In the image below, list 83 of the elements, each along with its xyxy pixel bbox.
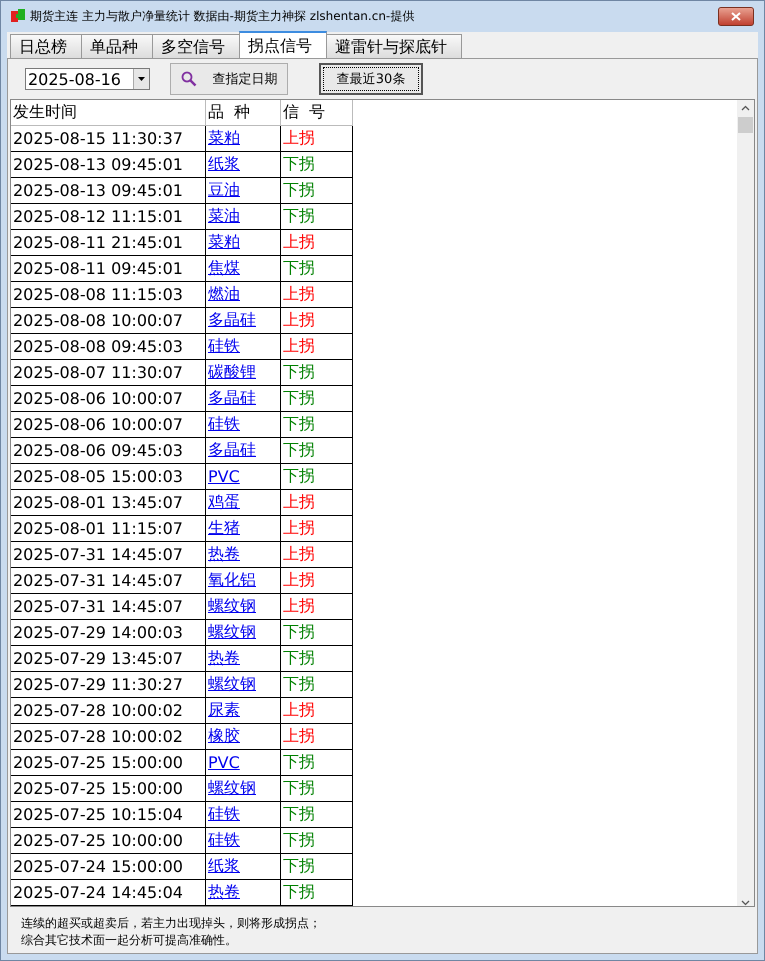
signal-cell: 下拐 [280,178,352,204]
time-cell: 2025-07-29 13:45:07 [11,646,206,672]
signal-cell: 下拐 [280,646,352,672]
scroll-down-icon[interactable] [741,900,750,906]
time-cell: 2025-07-24 15:00:00 [11,854,206,880]
signal-cell: 上拐 [280,594,352,620]
close-icon [731,12,741,20]
column-header[interactable]: 发生时间 [11,100,206,126]
time-cell: 2025-07-31 14:45:07 [11,594,206,620]
time-cell: 2025-07-25 10:00:00 [11,828,206,854]
time-cell: 2025-08-01 13:45:07 [11,490,206,516]
time-cell: 2025-07-28 10:00:02 [11,698,206,724]
signal-cell: 下拐 [280,152,352,178]
signal-cell: 下拐 [280,256,352,282]
signal-cell: 上拐 [280,282,352,308]
tab[interactable]: 拐点信号 [239,31,327,58]
signal-cell: 上拐 [280,542,352,568]
time-cell: 2025-08-07 11:30:07 [11,360,206,386]
signal-cell: 下拐 [280,776,352,802]
signal-cell: 上拐 [280,516,352,542]
time-cell: 2025-08-06 10:00:07 [11,386,206,412]
time-cell: 2025-08-08 09:45:03 [11,334,206,360]
signal-cell: 下拐 [280,854,352,880]
tab[interactable]: 多空信号 [152,34,240,58]
signal-cell: 下拐 [280,828,352,854]
time-cell: 2025-08-08 10:00:07 [11,308,206,334]
signal-cell: 上拐 [280,568,352,594]
time-cell: 2025-08-15 11:30:37 [11,126,206,152]
tab[interactable]: 日总榜 [10,34,82,58]
time-cell: 2025-07-24 14:45:04 [11,880,206,906]
column-header[interactable]: 品 种 [206,100,280,126]
query-date-button[interactable]: 查指定日期 [170,63,288,95]
date-dropdown[interactable]: 2025-08-16 [25,68,150,90]
column-header[interactable]: 信 号 [280,100,352,126]
signal-cell: 上拐 [280,126,352,152]
time-cell: 2025-08-06 10:00:07 [11,412,206,438]
signal-cell: 下拐 [280,438,352,464]
time-cell: 2025-08-05 15:00:03 [11,464,206,490]
tab[interactable]: 避雷针与探底针 [326,34,462,58]
time-cell: 2025-08-13 09:45:01 [11,178,206,204]
signal-cell: 上拐 [280,698,352,724]
signal-cell: 上拐 [280,230,352,256]
time-cell: 2025-08-06 09:45:03 [11,438,206,464]
signal-cell: 下拐 [280,386,352,412]
time-cell: 2025-07-25 15:00:00 [11,750,206,776]
signal-cell: 下拐 [280,880,352,906]
signal-cell: 下拐 [280,412,352,438]
time-cell: 2025-07-25 10:15:04 [11,802,206,828]
signal-cell: 下拐 [280,802,352,828]
time-cell: 2025-08-13 09:45:01 [11,152,206,178]
signal-cell: 上拐 [280,490,352,516]
recent-button[interactable]: 查最近30条 [319,63,423,95]
scroll-thumb[interactable] [738,117,753,133]
window-title: 期货主连 主力与散户净量统计 数据由-期货主力神探 zlshentan.cn-提供 [30,8,414,24]
time-cell: 2025-07-25 15:00:00 [11,776,206,802]
signal-cell: 下拐 [280,750,352,776]
signal-cell: 上拐 [280,334,352,360]
hint-text: 综合其它技术面一起分析可提高准确性。 [21,932,238,949]
signal-cell: 下拐 [280,464,352,490]
time-cell: 2025-08-12 11:15:01 [11,204,206,230]
signal-cell: 上拐 [280,308,352,334]
scrollbar[interactable] [737,100,754,906]
scroll-up-icon[interactable] [741,105,750,111]
time-cell: 2025-07-28 10:00:02 [11,724,206,750]
signal-cell: 下拐 [280,672,352,698]
time-cell: 2025-08-08 11:15:03 [11,282,206,308]
close-button[interactable] [718,6,754,26]
search-icon [180,71,196,87]
time-cell: 2025-08-11 21:45:01 [11,230,206,256]
app-icon [11,9,25,23]
signal-cell: 上拐 [280,724,352,750]
time-cell: 2025-07-29 11:30:27 [11,672,206,698]
signal-cell: 下拐 [280,620,352,646]
tab[interactable]: 单品种 [81,34,153,58]
signal-cell: 下拐 [280,360,352,386]
time-cell: 2025-07-31 14:45:07 [11,568,206,594]
time-cell: 2025-07-29 14:00:03 [11,620,206,646]
hint-text: 连续的超买或超卖后，若主力出现掉头，则将形成拐点； [21,915,322,932]
signal-cell: 下拐 [280,204,352,230]
time-cell: 2025-08-01 11:15:07 [11,516,206,542]
time-cell: 2025-07-31 14:45:07 [11,542,206,568]
caret-icon [138,77,145,81]
time-cell: 2025-08-11 09:45:01 [11,256,206,282]
